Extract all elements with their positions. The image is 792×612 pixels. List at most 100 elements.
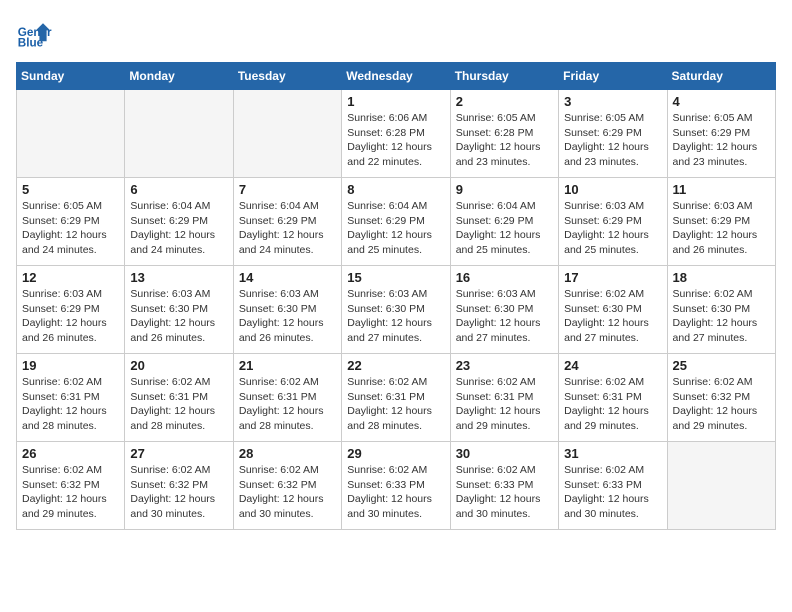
calendar-cell: 13 Sunrise: 6:03 AM Sunset: 6:30 PM Dayli… [125, 266, 233, 354]
day-info: Sunrise: 6:02 AM Sunset: 6:31 PM Dayligh… [347, 375, 444, 434]
day-number: 29 [347, 446, 444, 461]
day-info: Sunrise: 6:02 AM Sunset: 6:32 PM Dayligh… [239, 463, 336, 522]
calendar-table: SundayMondayTuesdayWednesdayThursdayFrid… [16, 62, 776, 530]
day-number: 19 [22, 358, 119, 373]
day-info: Sunrise: 6:02 AM Sunset: 6:33 PM Dayligh… [456, 463, 553, 522]
day-info: Sunrise: 6:05 AM Sunset: 6:29 PM Dayligh… [22, 199, 119, 258]
day-info: Sunrise: 6:05 AM Sunset: 6:29 PM Dayligh… [673, 111, 770, 170]
calendar-cell: 2 Sunrise: 6:05 AM Sunset: 6:28 PM Daylig… [450, 90, 558, 178]
day-number: 5 [22, 182, 119, 197]
calendar-cell: 11 Sunrise: 6:03 AM Sunset: 6:29 PM Dayli… [667, 178, 775, 266]
calendar-cell: 7 Sunrise: 6:04 AM Sunset: 6:29 PM Daylig… [233, 178, 341, 266]
calendar-cell: 28 Sunrise: 6:02 AM Sunset: 6:32 PM Dayli… [233, 442, 341, 530]
day-number: 22 [347, 358, 444, 373]
weekday-header-monday: Monday [125, 63, 233, 90]
calendar-cell: 23 Sunrise: 6:02 AM Sunset: 6:31 PM Dayli… [450, 354, 558, 442]
day-info: Sunrise: 6:03 AM Sunset: 6:30 PM Dayligh… [456, 287, 553, 346]
day-info: Sunrise: 6:03 AM Sunset: 6:29 PM Dayligh… [673, 199, 770, 258]
day-info: Sunrise: 6:02 AM Sunset: 6:31 PM Dayligh… [456, 375, 553, 434]
calendar-cell [667, 442, 775, 530]
day-info: Sunrise: 6:02 AM Sunset: 6:32 PM Dayligh… [673, 375, 770, 434]
day-number: 25 [673, 358, 770, 373]
calendar-cell [17, 90, 125, 178]
day-number: 24 [564, 358, 661, 373]
day-info: Sunrise: 6:03 AM Sunset: 6:29 PM Dayligh… [22, 287, 119, 346]
week-row-5: 26 Sunrise: 6:02 AM Sunset: 6:32 PM Dayli… [17, 442, 776, 530]
day-info: Sunrise: 6:02 AM Sunset: 6:31 PM Dayligh… [22, 375, 119, 434]
day-number: 26 [22, 446, 119, 461]
day-info: Sunrise: 6:02 AM Sunset: 6:32 PM Dayligh… [22, 463, 119, 522]
calendar-cell: 17 Sunrise: 6:02 AM Sunset: 6:30 PM Dayli… [559, 266, 667, 354]
day-info: Sunrise: 6:02 AM Sunset: 6:31 PM Dayligh… [564, 375, 661, 434]
calendar-cell: 30 Sunrise: 6:02 AM Sunset: 6:33 PM Dayli… [450, 442, 558, 530]
day-info: Sunrise: 6:04 AM Sunset: 6:29 PM Dayligh… [239, 199, 336, 258]
weekday-header-row: SundayMondayTuesdayWednesdayThursdayFrid… [17, 63, 776, 90]
weekday-header-saturday: Saturday [667, 63, 775, 90]
day-info: Sunrise: 6:03 AM Sunset: 6:29 PM Dayligh… [564, 199, 661, 258]
calendar-cell: 9Sunrise: 6:04 AM Sunset: 6:29 PM Daylig… [450, 178, 558, 266]
calendar-cell: 26 Sunrise: 6:02 AM Sunset: 6:32 PM Dayli… [17, 442, 125, 530]
page-header: General Blue [16, 16, 776, 52]
day-info: Sunrise: 6:06 AM Sunset: 6:28 PM Dayligh… [347, 111, 444, 170]
calendar-cell: 19 Sunrise: 6:02 AM Sunset: 6:31 PM Dayli… [17, 354, 125, 442]
day-number: 31 [564, 446, 661, 461]
calendar-cell: 1Sunrise: 6:06 AM Sunset: 6:28 PM Daylig… [342, 90, 450, 178]
day-info: Sunrise: 6:02 AM Sunset: 6:31 PM Dayligh… [130, 375, 227, 434]
calendar-cell: 4 Sunrise: 6:05 AM Sunset: 6:29 PM Daylig… [667, 90, 775, 178]
calendar-cell: 21Sunrise: 6:02 AM Sunset: 6:31 PM Dayli… [233, 354, 341, 442]
week-row-1: 1Sunrise: 6:06 AM Sunset: 6:28 PM Daylig… [17, 90, 776, 178]
day-info: Sunrise: 6:02 AM Sunset: 6:30 PM Dayligh… [564, 287, 661, 346]
calendar-cell: 31Sunrise: 6:02 AM Sunset: 6:33 PM Dayli… [559, 442, 667, 530]
day-number: 18 [673, 270, 770, 285]
day-number: 6 [130, 182, 227, 197]
day-number: 3 [564, 94, 661, 109]
calendar-cell: 24 Sunrise: 6:02 AM Sunset: 6:31 PM Dayli… [559, 354, 667, 442]
calendar-cell: 6 Sunrise: 6:04 AM Sunset: 6:29 PM Daylig… [125, 178, 233, 266]
day-info: Sunrise: 6:05 AM Sunset: 6:29 PM Dayligh… [564, 111, 661, 170]
calendar-cell: 25 Sunrise: 6:02 AM Sunset: 6:32 PM Dayli… [667, 354, 775, 442]
day-number: 2 [456, 94, 553, 109]
day-info: Sunrise: 6:02 AM Sunset: 6:33 PM Dayligh… [347, 463, 444, 522]
calendar-cell: 27 Sunrise: 6:02 AM Sunset: 6:32 PM Dayli… [125, 442, 233, 530]
day-number: 23 [456, 358, 553, 373]
day-number: 15 [347, 270, 444, 285]
day-number: 14 [239, 270, 336, 285]
day-info: Sunrise: 6:02 AM Sunset: 6:32 PM Dayligh… [130, 463, 227, 522]
logo: General Blue [16, 16, 52, 52]
day-number: 13 [130, 270, 227, 285]
calendar-cell: 18Sunrise: 6:02 AM Sunset: 6:30 PM Dayli… [667, 266, 775, 354]
day-number: 27 [130, 446, 227, 461]
calendar-cell: 8Sunrise: 6:04 AM Sunset: 6:29 PM Daylig… [342, 178, 450, 266]
week-row-4: 19 Sunrise: 6:02 AM Sunset: 6:31 PM Dayli… [17, 354, 776, 442]
day-number: 8 [347, 182, 444, 197]
day-number: 9 [456, 182, 553, 197]
day-number: 4 [673, 94, 770, 109]
calendar-cell: 12 Sunrise: 6:03 AM Sunset: 6:29 PM Dayli… [17, 266, 125, 354]
day-number: 28 [239, 446, 336, 461]
weekday-header-tuesday: Tuesday [233, 63, 341, 90]
week-row-3: 12 Sunrise: 6:03 AM Sunset: 6:29 PM Dayli… [17, 266, 776, 354]
day-info: Sunrise: 6:05 AM Sunset: 6:28 PM Dayligh… [456, 111, 553, 170]
calendar-cell: 29 Sunrise: 6:02 AM Sunset: 6:33 PM Dayli… [342, 442, 450, 530]
day-number: 17 [564, 270, 661, 285]
day-number: 7 [239, 182, 336, 197]
calendar-cell: 15 Sunrise: 6:03 AM Sunset: 6:30 PM Dayli… [342, 266, 450, 354]
day-info: Sunrise: 6:03 AM Sunset: 6:30 PM Dayligh… [347, 287, 444, 346]
day-number: 30 [456, 446, 553, 461]
day-number: 16 [456, 270, 553, 285]
day-info: Sunrise: 6:03 AM Sunset: 6:30 PM Dayligh… [130, 287, 227, 346]
weekday-header-thursday: Thursday [450, 63, 558, 90]
day-number: 21 [239, 358, 336, 373]
logo-icon: General Blue [16, 16, 52, 52]
calendar-cell: 3 Sunrise: 6:05 AM Sunset: 6:29 PM Daylig… [559, 90, 667, 178]
day-number: 12 [22, 270, 119, 285]
calendar-cell [125, 90, 233, 178]
day-number: 10 [564, 182, 661, 197]
calendar-cell: 20 Sunrise: 6:02 AM Sunset: 6:31 PM Dayli… [125, 354, 233, 442]
day-number: 11 [673, 182, 770, 197]
calendar-cell [233, 90, 341, 178]
calendar-cell: 5 Sunrise: 6:05 AM Sunset: 6:29 PM Daylig… [17, 178, 125, 266]
day-number: 20 [130, 358, 227, 373]
calendar-cell: 22 Sunrise: 6:02 AM Sunset: 6:31 PM Dayli… [342, 354, 450, 442]
day-info: Sunrise: 6:04 AM Sunset: 6:29 PM Dayligh… [130, 199, 227, 258]
